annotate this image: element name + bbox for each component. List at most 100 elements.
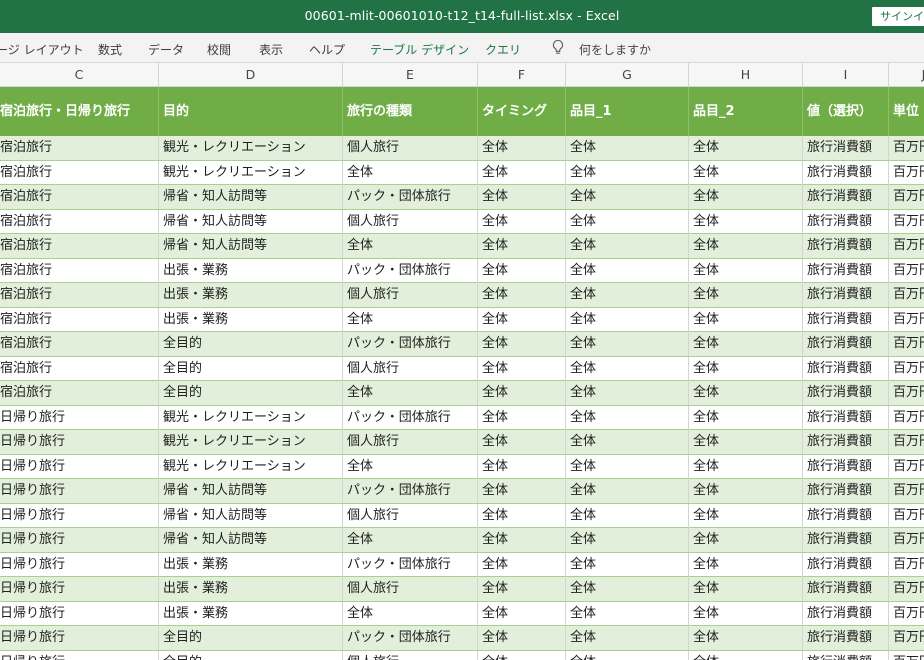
purpose-cell[interactable]: 帰省・知人訪問等 — [159, 528, 343, 552]
trip-type-cell[interactable]: 日帰り旅行 — [0, 601, 159, 626]
timing-cell[interactable]: 全体 — [478, 479, 566, 503]
trip-type-cell[interactable]: 日帰り旅行 — [0, 503, 159, 528]
item-1-cell[interactable]: 全体 — [566, 601, 689, 626]
travel-kind-cell[interactable]: 個人旅行 — [343, 430, 478, 454]
unit-cell[interactable]: 百万円 — [889, 185, 924, 209]
travel-kind-cell[interactable]: 個人旅行 — [343, 136, 478, 160]
trip-type-cell[interactable]: 日帰り旅行 — [0, 650, 159, 660]
trip-type-cell[interactable]: 宿泊旅行 — [0, 160, 159, 185]
item-1-cell[interactable]: 全体 — [566, 381, 689, 405]
item-2-cell[interactable]: 全体 — [689, 430, 803, 454]
purpose-cell[interactable]: 出張・業務 — [159, 283, 343, 307]
item-2-cell[interactable]: 全体 — [689, 650, 803, 660]
value-cell[interactable]: 旅行消費額 — [803, 136, 889, 160]
unit-cell[interactable]: 百万円 — [889, 357, 924, 381]
unit-cell[interactable]: 百万円 — [889, 626, 924, 650]
travel-kind-cell[interactable]: パック・団体旅行 — [343, 185, 478, 209]
item-2-cell[interactable]: 全体 — [689, 185, 803, 209]
header-cell-item-1[interactable]: 品目_1 — [566, 87, 689, 136]
purpose-cell[interactable]: 全目的 — [159, 356, 343, 381]
header-cell-travel-kind[interactable]: 旅行の種類 — [343, 87, 478, 136]
item-1-cell[interactable]: 全体 — [566, 454, 689, 479]
unit-cell[interactable]: 百万円 — [889, 259, 924, 283]
value-cell[interactable]: 旅行消費額 — [803, 258, 889, 283]
travel-kind-cell[interactable]: パック・団体旅行 — [343, 405, 478, 430]
item-2-cell[interactable]: 全体 — [689, 307, 803, 332]
item-1-cell[interactable]: 全体 — [566, 234, 689, 258]
purpose-cell[interactable]: 帰省・知人訪問等 — [159, 185, 343, 209]
tab-table-design[interactable]: テーブル デザイン — [370, 41, 469, 58]
purpose-cell[interactable]: 全目的 — [159, 381, 343, 405]
travel-kind-cell[interactable]: 個人旅行 — [343, 503, 478, 528]
item-2-cell[interactable]: 全体 — [689, 234, 803, 258]
value-cell[interactable]: 旅行消費額 — [803, 405, 889, 430]
unit-cell[interactable]: 百万円 — [889, 430, 924, 454]
trip-type-cell[interactable]: 宿泊旅行 — [0, 185, 159, 209]
trip-type-cell[interactable]: 宿泊旅行 — [0, 332, 159, 356]
purpose-cell[interactable]: 出張・業務 — [159, 601, 343, 626]
unit-cell[interactable]: 百万円 — [889, 308, 924, 332]
travel-kind-cell[interactable]: 個人旅行 — [343, 356, 478, 381]
item-1-cell[interactable]: 全体 — [566, 332, 689, 356]
item-2-cell[interactable]: 全体 — [689, 381, 803, 405]
timing-cell[interactable]: 全体 — [478, 307, 566, 332]
unit-cell[interactable]: 百万円 — [889, 577, 924, 601]
travel-kind-cell[interactable]: パック・団体旅行 — [343, 258, 478, 283]
value-cell[interactable]: 旅行消費額 — [803, 185, 889, 209]
purpose-cell[interactable]: 全目的 — [159, 650, 343, 660]
travel-kind-cell[interactable]: パック・団体旅行 — [343, 479, 478, 503]
item-1-cell[interactable]: 全体 — [566, 626, 689, 650]
timing-cell[interactable]: 全体 — [478, 160, 566, 185]
item-2-cell[interactable]: 全体 — [689, 283, 803, 307]
column-header-g[interactable]: G — [566, 63, 689, 87]
column-header-c[interactable]: C — [0, 63, 159, 87]
header-cell-value[interactable]: 値（選択） — [803, 87, 889, 136]
timing-cell[interactable]: 全体 — [478, 332, 566, 356]
item-2-cell[interactable]: 全体 — [689, 136, 803, 160]
tab-query[interactable]: クエリ — [485, 41, 521, 58]
item-1-cell[interactable]: 全体 — [566, 577, 689, 601]
tab-help[interactable]: ヘルプ — [309, 41, 345, 58]
value-cell[interactable]: 旅行消費額 — [803, 234, 889, 258]
timing-cell[interactable]: 全体 — [478, 234, 566, 258]
tab-page-layout[interactable]: ージ レイアウト — [0, 41, 84, 58]
purpose-cell[interactable]: 帰省・知人訪問等 — [159, 209, 343, 234]
value-cell[interactable]: 旅行消費額 — [803, 479, 889, 503]
header-cell-trip-type[interactable]: 宿泊旅行・日帰り旅行 — [0, 87, 159, 136]
item-2-cell[interactable]: 全体 — [689, 528, 803, 552]
travel-kind-cell[interactable]: 全体 — [343, 234, 478, 258]
tab-view[interactable]: 表示 — [259, 41, 283, 58]
tab-review[interactable]: 校閲 — [207, 41, 231, 58]
purpose-cell[interactable]: 出張・業務 — [159, 577, 343, 601]
value-cell[interactable]: 旅行消費額 — [803, 528, 889, 552]
item-2-cell[interactable]: 全体 — [689, 356, 803, 381]
timing-cell[interactable]: 全体 — [478, 209, 566, 234]
purpose-cell[interactable]: 全目的 — [159, 332, 343, 356]
item-1-cell[interactable]: 全体 — [566, 136, 689, 160]
signin-button[interactable]: サインイン — [872, 7, 924, 26]
item-2-cell[interactable]: 全体 — [689, 454, 803, 479]
timing-cell[interactable]: 全体 — [478, 381, 566, 405]
item-2-cell[interactable]: 全体 — [689, 626, 803, 650]
column-header-h[interactable]: H — [689, 63, 803, 87]
item-1-cell[interactable]: 全体 — [566, 209, 689, 234]
purpose-cell[interactable]: 出張・業務 — [159, 552, 343, 577]
value-cell[interactable]: 旅行消費額 — [803, 626, 889, 650]
purpose-cell[interactable]: 観光・レクリエーション — [159, 405, 343, 430]
trip-type-cell[interactable]: 宿泊旅行 — [0, 356, 159, 381]
tab-data[interactable]: データ — [148, 41, 184, 58]
purpose-cell[interactable]: 観光・レクリエーション — [159, 136, 343, 160]
unit-cell[interactable]: 百万円 — [889, 528, 924, 552]
timing-cell[interactable]: 全体 — [478, 454, 566, 479]
timing-cell[interactable]: 全体 — [478, 283, 566, 307]
timing-cell[interactable]: 全体 — [478, 552, 566, 577]
travel-kind-cell[interactable]: 全体 — [343, 454, 478, 479]
trip-type-cell[interactable]: 日帰り旅行 — [0, 454, 159, 479]
trip-type-cell[interactable]: 宿泊旅行 — [0, 136, 159, 160]
purpose-cell[interactable]: 観光・レクリエーション — [159, 454, 343, 479]
trip-type-cell[interactable]: 宿泊旅行 — [0, 307, 159, 332]
item-2-cell[interactable]: 全体 — [689, 577, 803, 601]
value-cell[interactable]: 旅行消費額 — [803, 209, 889, 234]
purpose-cell[interactable]: 帰省・知人訪問等 — [159, 503, 343, 528]
timing-cell[interactable]: 全体 — [478, 430, 566, 454]
